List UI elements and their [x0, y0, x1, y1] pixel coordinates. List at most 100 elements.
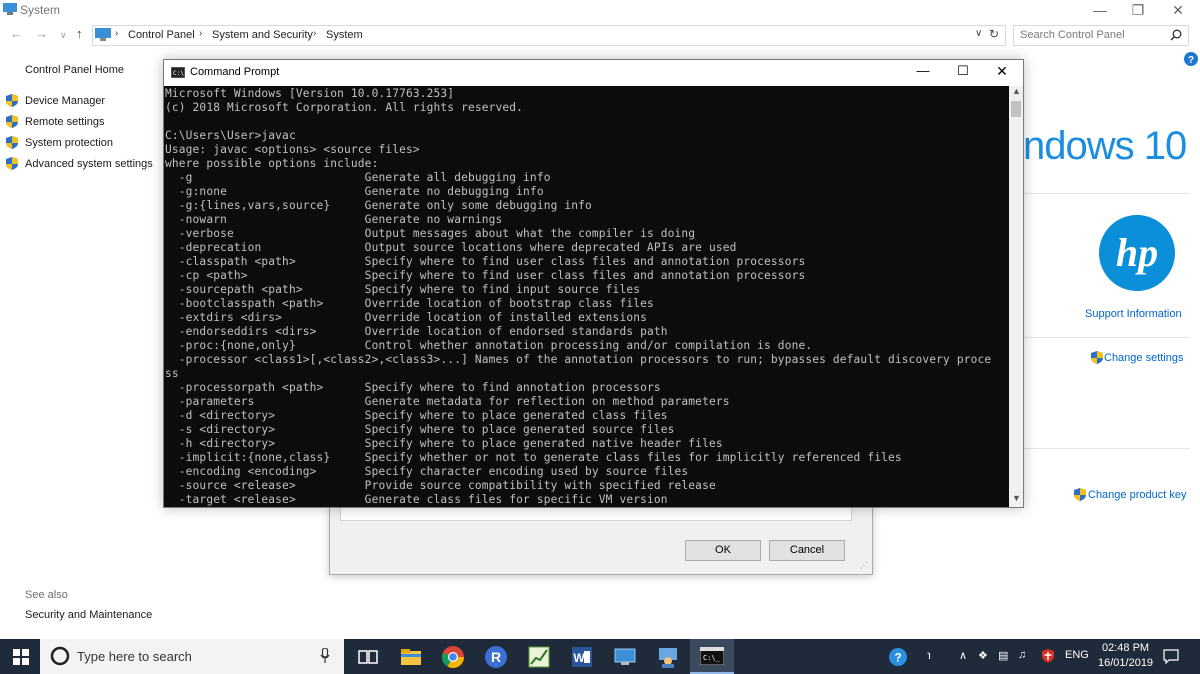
clock-time[interactable]: 02:48 PM — [1102, 642, 1149, 654]
crumb-separator-icon: › — [115, 28, 119, 39]
address-dropdown-icon[interactable]: ∨ — [975, 28, 982, 39]
console-line: -bootclasspath <path> Override location … — [165, 297, 654, 310]
taskbar-search-box[interactable]: Type here to search — [40, 639, 344, 674]
cmd-scrollbar[interactable]: ▲ ▼ — [1009, 86, 1023, 507]
support-information-link[interactable]: Support Information — [1085, 308, 1182, 320]
console-line: -verbose Output messages about what the … — [165, 227, 696, 240]
chrome-icon[interactable] — [440, 644, 466, 670]
cmd-title: Command Prompt — [190, 66, 280, 78]
divider — [1023, 337, 1190, 338]
window-title: System — [20, 3, 61, 17]
svg-text:C:\: C:\ — [173, 70, 184, 77]
clock-date[interactable]: 16/01/2019 — [1098, 657, 1153, 669]
crumb-separator-icon: › — [313, 28, 317, 39]
system-window-icon — [3, 3, 17, 15]
console-output[interactable]: Microsoft Windows [Version 10.0.17763.25… — [164, 86, 1009, 507]
shield-icon — [6, 94, 18, 107]
console-line: -endorseddirs <dirs> Override location o… — [165, 325, 668, 338]
close-button[interactable]: ✕ — [1158, 0, 1198, 20]
recent-chevron-icon[interactable]: ∨ — [60, 30, 67, 41]
console-line: -cp <path> Specify where to find user cl… — [165, 269, 806, 282]
shield-icon — [1091, 351, 1103, 364]
crumb-control-panel[interactable]: Control Panel — [128, 29, 195, 41]
forward-arrow-icon[interactable]: → — [35, 26, 48, 41]
sidebar-item-advanced-system-settings[interactable]: Advanced system settings — [25, 158, 153, 170]
shield-icon — [1074, 488, 1086, 501]
address-bar[interactable]: › Control Panel › System and Security › … — [92, 25, 1006, 46]
notifications-icon[interactable] — [1163, 649, 1179, 664]
volume-icon[interactable]: ♫ — [1018, 649, 1026, 661]
hp-logo-icon: hp — [1099, 215, 1175, 291]
console-text: Microsoft Windows [Version 10.0.17763.25… — [164, 86, 1009, 507]
taskbar-cmd-active[interactable]: C:\_ — [690, 639, 734, 674]
scroll-down-icon[interactable]: ▼ — [1012, 493, 1021, 503]
command-prompt-window[interactable]: C:\ Command Prompt — ☐ ✕ Microsoft Windo… — [163, 59, 1024, 508]
svg-text:?: ? — [894, 651, 901, 665]
security-maintenance-link[interactable]: Security and Maintenance — [25, 609, 152, 621]
user-accounts-icon[interactable] — [655, 644, 681, 670]
cmd-maximize-button[interactable]: ☐ — [949, 63, 977, 81]
console-line: -deprecation Output source locations whe… — [165, 241, 737, 254]
ok-button[interactable]: OK — [685, 540, 761, 561]
people-icon[interactable]: ℩ — [927, 648, 931, 662]
refresh-icon[interactable]: ↻ — [989, 27, 999, 41]
change-settings-link[interactable]: Change settings — [1104, 352, 1184, 364]
control-panel-taskbar-icon[interactable] — [612, 644, 638, 670]
console-line: -processorpath <path> Specify where to f… — [165, 381, 661, 394]
console-line: -source <release> Provide source compati… — [165, 479, 716, 492]
network-icon[interactable]: ▤ — [998, 649, 1008, 662]
scroll-thumb[interactable] — [1011, 101, 1021, 117]
cmd-close-button[interactable]: ✕ — [988, 63, 1016, 81]
search-placeholder: Search Control Panel — [1020, 29, 1125, 41]
windows-start-icon[interactable] — [13, 649, 29, 665]
show-hidden-icons-chevron-icon[interactable]: ∧ — [959, 649, 967, 662]
task-view-icon[interactable] — [355, 644, 381, 670]
divider — [1023, 448, 1190, 449]
system-titlebar: System — ❐ ✕ — [0, 0, 1200, 22]
sidebar-item-device-manager[interactable]: Device Manager — [25, 95, 105, 107]
console-line: -g:{lines,vars,source} Generate only som… — [165, 199, 592, 212]
back-arrow-icon[interactable]: ← — [10, 26, 23, 41]
taskbar: Type here to search R W C:\_ ? ℩ ∧ ❖ ▤ ♫… — [0, 639, 1200, 674]
security-shield-icon[interactable] — [1042, 649, 1054, 663]
search-control-panel-field[interactable]: Search Control Panel — [1013, 25, 1189, 46]
shield-icon — [6, 157, 18, 170]
microphone-icon[interactable] — [320, 648, 330, 664]
minimize-button[interactable]: — — [1080, 0, 1120, 20]
sidebar-item-system-protection[interactable]: System protection — [25, 137, 113, 149]
crumb-system[interactable]: System — [326, 29, 363, 41]
svg-text:hp: hp — [1116, 230, 1158, 275]
search-icon — [1170, 29, 1182, 41]
console-line: -nowarn Generate no warnings — [165, 213, 503, 226]
scroll-up-icon[interactable]: ▲ — [1012, 86, 1021, 96]
r-app-icon[interactable]: R — [483, 644, 509, 670]
cmd-titlebar[interactable]: C:\ Command Prompt — ☐ ✕ — [164, 60, 1023, 86]
console-line: -s <directory> Specify where to place ge… — [165, 423, 675, 436]
divider — [1023, 193, 1190, 194]
resize-grip-icon[interactable]: ⋰ — [860, 561, 868, 570]
console-line: -h <directory> Specify where to place ge… — [165, 437, 723, 450]
console-line: -extdirs <dirs> Override location of ins… — [165, 311, 647, 324]
console-line: -target <release> Generate class files f… — [165, 493, 668, 506]
word-icon[interactable]: W — [569, 644, 595, 670]
console-line: Usage: javac <options> <source files> — [165, 143, 420, 156]
language-indicator[interactable]: ENG — [1065, 649, 1089, 661]
sidebar-item-remote-settings[interactable]: Remote settings — [25, 116, 104, 128]
dropbox-icon[interactable]: ❖ — [978, 649, 988, 662]
taskbar-search-placeholder: Type here to search — [77, 649, 192, 664]
cmd-icon: C:\ — [171, 67, 185, 78]
console-line: ss — [165, 367, 179, 380]
cancel-button[interactable]: Cancel — [769, 540, 845, 561]
control-panel-home-link[interactable]: Control Panel Home — [25, 64, 124, 76]
crumb-system-security[interactable]: System and Security — [212, 29, 313, 41]
cmd-minimize-button[interactable]: — — [909, 63, 937, 81]
chart-app-icon[interactable] — [526, 644, 552, 670]
change-product-key-link[interactable]: Change product key — [1088, 489, 1186, 501]
help-tray-icon[interactable]: ? — [888, 647, 908, 667]
restore-button[interactable]: ❐ — [1118, 0, 1158, 20]
up-arrow-icon[interactable]: ↑ — [76, 26, 83, 41]
file-explorer-icon[interactable] — [398, 644, 424, 670]
console-line: where possible options include: — [165, 157, 379, 170]
console-line: (c) 2018 Microsoft Corporation. All righ… — [165, 101, 524, 114]
help-icon[interactable]: ? — [1184, 52, 1198, 66]
